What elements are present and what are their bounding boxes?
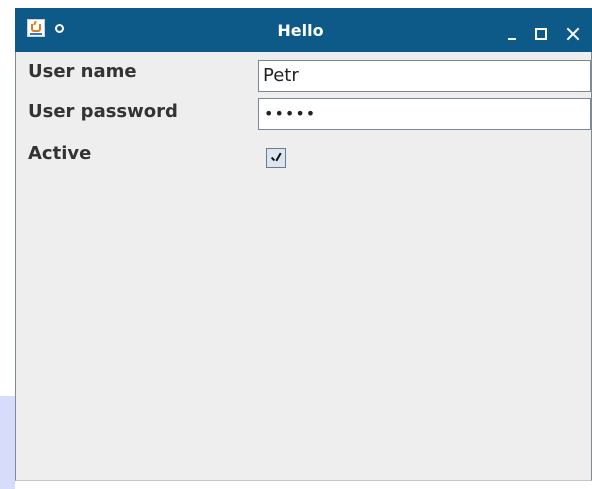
password-label: User password [28, 101, 178, 122]
app-window: Hello User name Petr User password •••••… [15, 8, 592, 481]
cup-body-decoration [31, 24, 41, 32]
username-label: User name [28, 61, 137, 82]
desktop-background: Hello User name Petr User password •••••… [0, 0, 592, 489]
cup-base-decoration [30, 33, 42, 35]
password-field[interactable]: ••••• [258, 98, 591, 130]
active-checkbox[interactable] [266, 148, 286, 168]
desktop-patch [0, 396, 15, 489]
window-titlebar[interactable]: Hello [15, 8, 592, 52]
window-menu-icon[interactable] [55, 24, 64, 33]
username-field[interactable]: Petr [258, 60, 591, 92]
close-icon[interactable] [566, 27, 580, 41]
java-cup-icon[interactable] [27, 19, 45, 37]
window-title: Hello [15, 22, 592, 40]
maximize-icon[interactable] [535, 28, 547, 40]
window-title-label: Hello [277, 21, 324, 40]
active-label: Active [28, 143, 92, 164]
minimize-icon[interactable] [508, 38, 516, 40]
